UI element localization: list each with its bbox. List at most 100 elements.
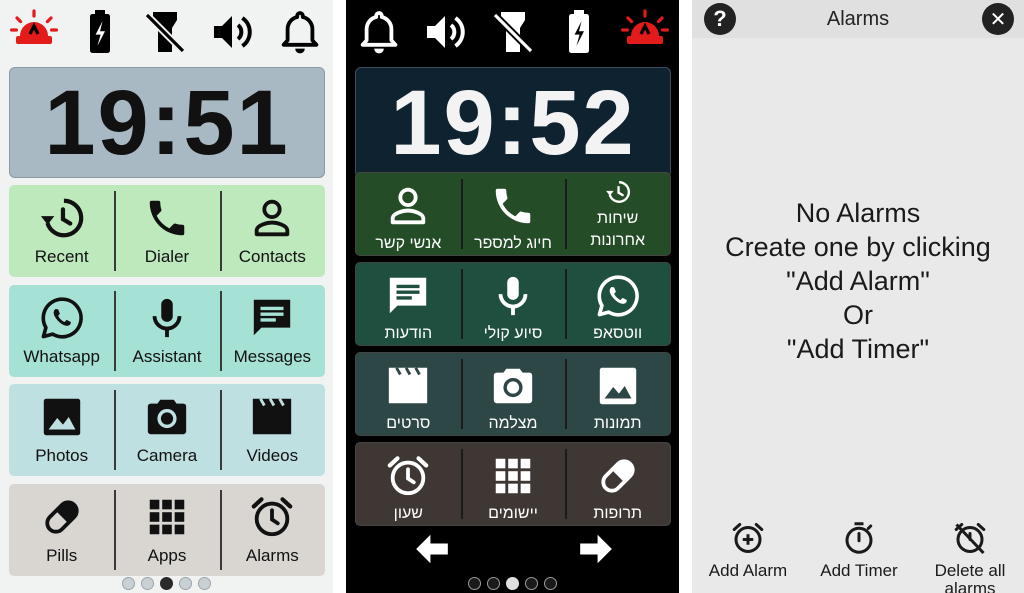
add-alarm-button[interactable]: Add Alarm — [693, 520, 803, 580]
app-tile-microphone[interactable]: Assistant — [114, 285, 219, 377]
alarm-off-icon — [952, 520, 988, 556]
arrow-left-icon[interactable] — [412, 530, 452, 568]
whatsapp-icon — [595, 273, 641, 319]
page-indicator — [0, 577, 333, 590]
add-timer-button[interactable]: Add Timer — [804, 520, 914, 580]
camera-icon — [490, 363, 536, 409]
bell-icon[interactable] — [275, 8, 325, 56]
flashlight-off-icon[interactable] — [488, 8, 538, 56]
app-tile-label: Apps — [147, 546, 187, 565]
app-tile-clapperboard[interactable]: Videos — [219, 384, 325, 476]
close-icon[interactable]: ✕ — [982, 3, 1014, 35]
battery-charging-icon[interactable] — [75, 8, 125, 56]
app-tile-pill[interactable]: Pills — [9, 484, 114, 576]
app-tile-image[interactable]: Photos — [9, 384, 114, 476]
person-icon — [249, 195, 295, 241]
app-tile-label: Contacts — [238, 247, 306, 266]
page-dot[interactable] — [179, 577, 192, 590]
app-tile-message[interactable]: Messages — [219, 285, 325, 377]
apps-grid-icon — [144, 494, 190, 540]
app-tile-alarm-clock[interactable]: Alarms — [219, 484, 325, 576]
page-dot[interactable] — [468, 577, 481, 590]
app-tile-image[interactable]: תמונות — [565, 353, 670, 435]
app-tile-label: סרטים — [386, 415, 431, 432]
apps-grid-icon — [490, 453, 536, 499]
app-tile-label: אנשי קשר — [375, 235, 442, 252]
delete-all-alarms-button[interactable]: Delete all alarms — [915, 520, 1024, 593]
flashlight-off-icon[interactable] — [140, 8, 190, 56]
page-dot[interactable] — [141, 577, 154, 590]
alarm-clock-icon — [385, 453, 431, 499]
app-tile-apps-grid[interactable]: Apps — [114, 484, 219, 576]
clock-display[interactable]: 19:51 — [9, 67, 325, 178]
siren-icon[interactable] — [620, 8, 670, 56]
clock-display[interactable]: 19:52 — [355, 67, 671, 178]
app-tile-pill[interactable]: תרופות — [565, 443, 670, 525]
app-tile-whatsapp[interactable]: ווטסאפ — [565, 263, 670, 345]
app-tile-clapperboard[interactable]: סרטים — [356, 353, 461, 435]
delete-all-alarms-label: Delete all alarms — [934, 561, 1006, 593]
arrow-right-icon[interactable] — [576, 530, 616, 568]
app-tile-apps-grid[interactable]: יישומים — [460, 443, 566, 525]
app-tile-microphone[interactable]: סיוע קולי — [460, 263, 566, 345]
app-tile-history[interactable]: Recent — [9, 185, 114, 277]
status-bar — [346, 0, 679, 62]
app-tile-label: Videos — [246, 446, 299, 465]
history-icon — [39, 195, 85, 241]
volume-icon[interactable] — [207, 8, 257, 56]
app-row: Pills Apps Alarms — [9, 484, 325, 576]
message-icon — [385, 273, 431, 319]
app-tile-camera[interactable]: Camera — [114, 384, 219, 476]
page-dot[interactable] — [122, 577, 135, 590]
battery-charging-icon[interactable] — [554, 8, 604, 56]
pill-icon — [595, 453, 641, 499]
camera-icon — [144, 394, 190, 440]
page-dot[interactable] — [544, 577, 557, 590]
clock-time: 19:51 — [44, 71, 290, 174]
app-tile-label: מצלמה — [488, 415, 538, 432]
app-tile-alarm-clock[interactable]: שעון — [356, 443, 461, 525]
phone-icon — [144, 195, 190, 241]
page-dot[interactable] — [506, 577, 519, 590]
empty-line: No Alarms — [795, 198, 921, 228]
clapperboard-icon — [249, 394, 295, 440]
page-dot[interactable] — [487, 577, 500, 590]
page-dot[interactable] — [198, 577, 211, 590]
empty-line: Or — [843, 300, 873, 330]
page-dot[interactable] — [160, 577, 173, 590]
app-row: Photos Camera Videos — [9, 384, 325, 476]
phone-icon — [490, 183, 536, 229]
app-tile-phone[interactable]: Dialer — [114, 185, 219, 277]
pill-icon — [39, 494, 85, 540]
app-tile-message[interactable]: הודעות — [356, 263, 461, 345]
app-tile-whatsapp[interactable]: Whatsapp — [9, 285, 114, 377]
app-tile-phone[interactable]: חיוג למספר — [460, 173, 566, 255]
app-row: שעון יישומים תרופות — [355, 442, 671, 526]
app-tile-label: יישומים — [488, 505, 538, 522]
page-dot[interactable] — [525, 577, 538, 590]
image-icon — [39, 394, 85, 440]
bell-icon[interactable] — [354, 8, 404, 56]
empty-line: "Add Alarm" — [786, 266, 930, 296]
app-tile-person[interactable]: Contacts — [219, 185, 325, 277]
app-tile-label: שעון — [393, 505, 423, 522]
alarms-screen: ? Alarms ✕ No Alarms Create one by click… — [692, 0, 1024, 593]
app-tile-label: הודעות — [384, 325, 433, 342]
message-icon — [249, 295, 295, 341]
app-tile-history[interactable]: שיחות אחרונות — [565, 173, 670, 255]
app-tile-camera[interactable]: מצלמה — [460, 353, 566, 435]
dark-home-screen: 19:52 אנשי קשר חיוג למספר שיחות אחרונות הוד… — [346, 0, 679, 593]
app-tile-label: Recent — [34, 247, 89, 266]
microphone-icon — [490, 273, 536, 319]
app-tile-person[interactable]: אנשי קשר — [356, 173, 461, 255]
app-tile-label: Photos — [35, 446, 89, 465]
siren-icon[interactable] — [9, 8, 59, 56]
clock-time: 19:52 — [390, 71, 636, 174]
volume-icon[interactable] — [420, 8, 470, 56]
image-icon — [595, 363, 641, 409]
alarms-header: ? Alarms ✕ — [692, 0, 1024, 38]
person-icon — [385, 183, 431, 229]
app-tile-label: סיוע קולי — [483, 325, 543, 342]
empty-line: "Add Timer" — [786, 334, 930, 364]
timer-icon — [841, 520, 877, 556]
